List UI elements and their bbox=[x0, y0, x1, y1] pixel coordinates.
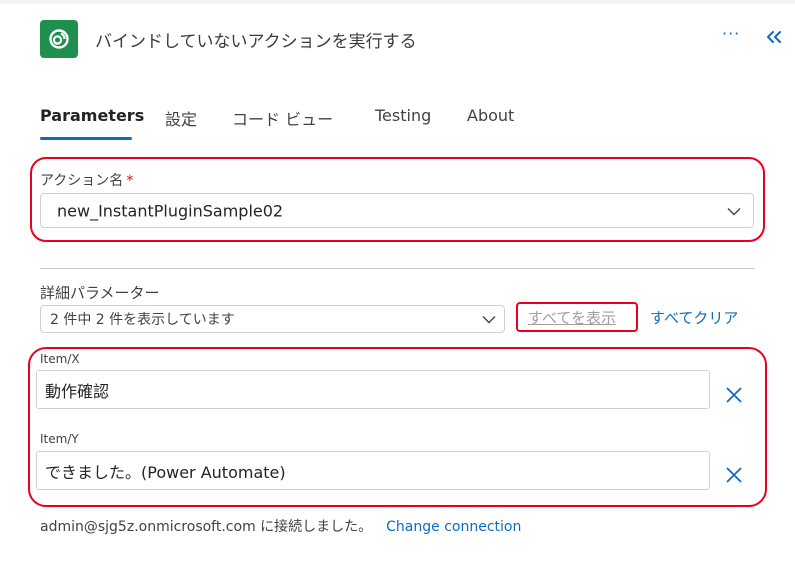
action-name-value: new_InstantPluginSample02 bbox=[57, 201, 284, 220]
top-border bbox=[0, 0, 795, 4]
item-y-label: Item/Y bbox=[40, 432, 79, 446]
advanced-params-value: 2 件中 2 件を表示しています bbox=[50, 312, 235, 328]
remove-item-x-icon[interactable] bbox=[724, 385, 744, 405]
page-title: バインドしていないアクションを実行する bbox=[95, 32, 417, 52]
item-x-label: Item/X bbox=[40, 352, 80, 366]
connection-text: admin@sjg5z.onmicrosoft.com に接続しました。 bbox=[40, 519, 373, 535]
item-y-value: できました。(Power Automate) bbox=[45, 462, 286, 482]
action-name-dropdown[interactable]: new_InstantPluginSample02 bbox=[40, 193, 754, 228]
action-name-label-text: アクション名 bbox=[40, 173, 124, 189]
advanced-params-dropdown[interactable]: 2 件中 2 件を表示しています bbox=[40, 305, 505, 333]
chevron-down-icon bbox=[727, 201, 741, 220]
remove-item-y-icon[interactable] bbox=[724, 465, 744, 485]
dataverse-logo-icon bbox=[40, 20, 78, 58]
tab-code-view[interactable]: コード ビュー bbox=[232, 106, 333, 130]
required-mark: * bbox=[126, 173, 134, 189]
collapse-panel-icon[interactable] bbox=[764, 27, 784, 47]
item-y-input[interactable]: できました。(Power Automate) bbox=[36, 451, 710, 490]
more-options-icon[interactable]: ··· bbox=[722, 24, 740, 43]
show-all-button[interactable]: すべてを表示 bbox=[528, 307, 616, 328]
clear-all-button[interactable]: すべてクリア bbox=[650, 307, 738, 328]
tab-testing[interactable]: Testing bbox=[375, 106, 431, 125]
tab-about[interactable]: About bbox=[467, 106, 514, 125]
advanced-params-label: 詳細パラメーター bbox=[40, 284, 160, 302]
action-name-label: アクション名 * bbox=[40, 170, 133, 190]
tab-settings[interactable]: 設定 bbox=[165, 106, 197, 130]
active-tab-indicator bbox=[40, 137, 132, 140]
connection-status: admin@sjg5z.onmicrosoft.com に接続しました。 Chan… bbox=[40, 516, 521, 536]
section-divider bbox=[40, 268, 754, 269]
item-x-value: 動作確認 bbox=[45, 381, 110, 401]
tab-parameters[interactable]: Parameters bbox=[40, 106, 144, 125]
change-connection-link[interactable]: Change connection bbox=[386, 519, 521, 535]
item-x-input[interactable]: 動作確認 bbox=[36, 370, 710, 409]
chevron-down-icon bbox=[482, 310, 496, 329]
